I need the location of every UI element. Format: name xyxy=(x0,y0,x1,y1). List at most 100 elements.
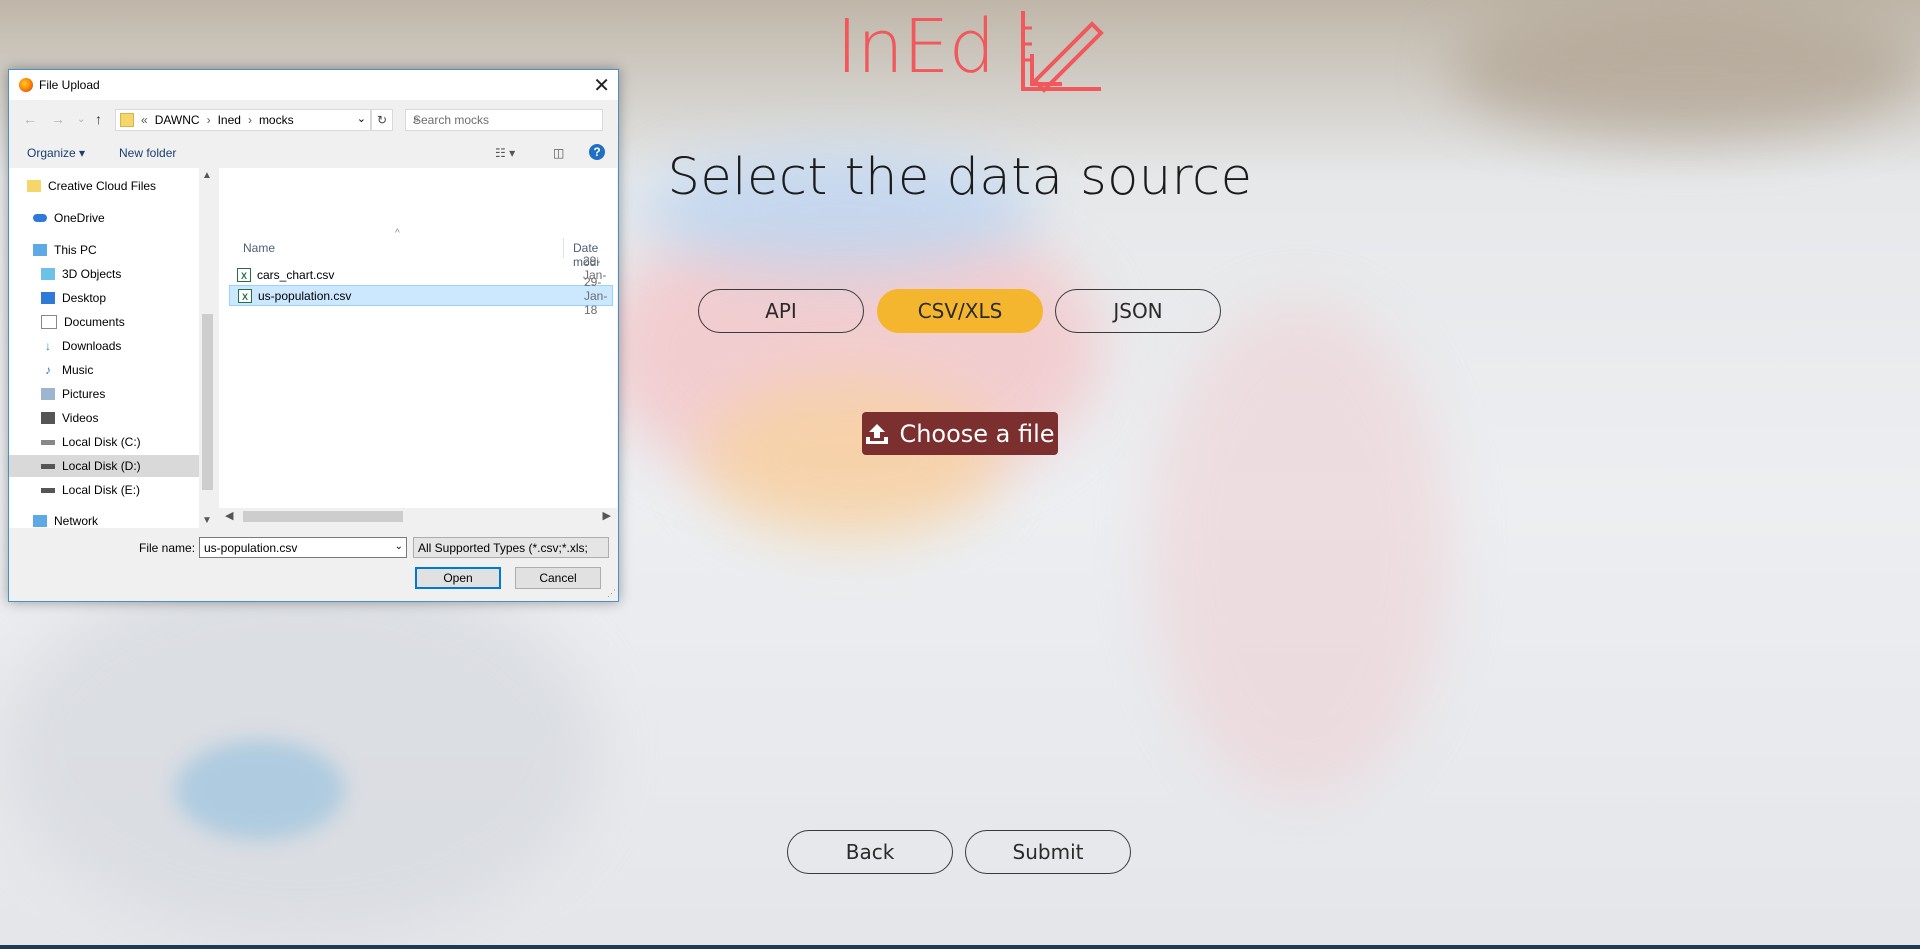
resize-grip-icon[interactable]: ⋰ xyxy=(607,588,616,599)
breadcrumb-ined[interactable]: Ined xyxy=(218,113,241,127)
chevron-down-icon[interactable]: ⌄ xyxy=(395,541,403,552)
videos-icon xyxy=(41,412,55,424)
desktop-icon xyxy=(41,292,55,304)
address-row: ← → ⌄ ↑ « DAWNC › Ined › mocks ⌄ ↻ Searc… xyxy=(9,106,618,132)
excel-csv-icon: X xyxy=(238,288,252,303)
search-icon: ⌕ xyxy=(413,112,420,126)
address-bar[interactable]: « DAWNC › Ined › mocks ⌄ xyxy=(115,109,371,131)
creative-cloud-icon xyxy=(27,180,41,192)
sidebar-item-local-disk-e[interactable]: Local Disk (E:) xyxy=(41,479,140,501)
upload-icon xyxy=(866,423,889,444)
view-options-icon[interactable]: ☷ ▾ xyxy=(495,146,515,160)
sidebar-item-pictures[interactable]: Pictures xyxy=(41,383,105,405)
up-arrow-icon[interactable]: ↑ xyxy=(95,111,102,127)
recent-dropdown-icon[interactable]: ⌄ xyxy=(77,114,85,125)
computer-icon xyxy=(33,244,47,256)
navigation-pane: Creative Cloud Files OneDrive This PC 3D… xyxy=(9,168,215,528)
documents-icon xyxy=(41,315,57,329)
breadcrumb-mocks[interactable]: mocks xyxy=(259,113,294,127)
sidebar-item-label: Creative Cloud Files xyxy=(48,179,157,193)
file-name-label: File name: xyxy=(139,541,196,555)
column-divider[interactable] xyxy=(563,238,564,258)
cancel-button[interactable]: Cancel xyxy=(515,567,601,589)
sidebar-item-this-pc[interactable]: This PC xyxy=(33,239,97,261)
chevron-down-icon[interactable]: ⌄ xyxy=(357,112,366,125)
sidebar-item-label: Music xyxy=(62,363,94,377)
sidebar-item-label: 3D Objects xyxy=(62,267,122,281)
chevron-right-icon: › xyxy=(206,113,211,127)
sidebar-item-local-disk-c[interactable]: Local Disk (C:) xyxy=(41,431,141,453)
file-name-value: us-population.csv xyxy=(204,541,298,555)
file-type-select[interactable]: All Supported Types (*.csv;*.xls; xyxy=(413,537,609,558)
drive-icon xyxy=(41,439,55,445)
open-button[interactable]: Open xyxy=(415,567,501,589)
scrollbar-thumb[interactable] xyxy=(202,314,213,490)
sidebar-item-desktop[interactable]: Desktop xyxy=(41,287,106,309)
sidebar-item-label: Network xyxy=(54,514,99,528)
scroll-right-icon[interactable]: ▶ xyxy=(603,509,611,522)
sidebar-item-creative-cloud[interactable]: Creative Cloud Files xyxy=(27,175,156,197)
sidebar-item-label: Videos xyxy=(62,411,99,425)
sidebar-item-network[interactable]: Network xyxy=(33,510,98,528)
tab-csv-xls[interactable]: CSV/XLS xyxy=(877,289,1043,333)
file-date: 29-Jan-18 xyxy=(584,274,608,317)
file-name-input[interactable]: us-population.csv ⌄ xyxy=(199,537,407,558)
downloads-icon: ↓ xyxy=(45,339,51,353)
excel-csv-icon: X xyxy=(237,267,251,282)
folder-icon xyxy=(120,113,134,127)
logo-text: InEd xyxy=(836,4,995,90)
new-folder-button[interactable]: New folder xyxy=(119,146,176,160)
sidebar-item-3d-objects[interactable]: 3D Objects xyxy=(41,263,121,285)
sidebar-item-onedrive[interactable]: OneDrive xyxy=(33,207,105,229)
sidebar-item-label: Downloads xyxy=(62,339,122,353)
sort-arrow-icon: ^ xyxy=(395,228,400,239)
organize-button[interactable]: Organize ▾ xyxy=(27,146,85,160)
column-header-name[interactable]: Name xyxy=(243,241,275,255)
file-list: Name ^ Date modi X cars_chart.csv 29-Jan… xyxy=(219,168,617,508)
sidebar-item-music[interactable]: ♪ Music xyxy=(41,359,93,381)
sidebar-item-videos[interactable]: Videos xyxy=(41,407,98,429)
file-row-selected[interactable]: X us-population.csv 29-Jan-18 xyxy=(229,275,613,317)
tab-json[interactable]: JSON xyxy=(1055,289,1221,333)
hscroll-thumb[interactable] xyxy=(243,511,403,522)
onedrive-icon xyxy=(33,214,47,222)
file-type-value: All Supported Types (*.csv;*.xls; xyxy=(418,541,588,555)
sidebar-item-label: This PC xyxy=(54,243,97,257)
sidebar-item-documents[interactable]: Documents xyxy=(41,311,125,333)
search-input[interactable]: Search mocks ⌕ xyxy=(405,109,603,131)
sidebar-item-downloads[interactable]: ↓ Downloads xyxy=(41,335,121,357)
preview-pane-icon[interactable]: ◫ xyxy=(553,146,564,160)
file-name: cars_chart.csv xyxy=(257,267,335,282)
chevron-right-icon: › xyxy=(247,113,252,127)
breadcrumb-overflow[interactable]: « xyxy=(141,113,148,127)
submit-button[interactable]: Submit xyxy=(965,830,1131,874)
help-icon[interactable]: ? xyxy=(589,144,605,160)
scroll-down-icon[interactable]: ▼ xyxy=(202,515,212,526)
refresh-icon[interactable]: ↻ xyxy=(371,109,393,131)
breadcrumb-dawnc[interactable]: DAWNC xyxy=(155,113,200,127)
music-icon: ♪ xyxy=(45,363,51,377)
forward-arrow-icon[interactable]: → xyxy=(51,111,65,127)
sidebar-item-label: Desktop xyxy=(62,291,107,305)
organize-label: Organize xyxy=(27,146,76,160)
back-button[interactable]: Back xyxy=(787,830,953,874)
file-row[interactable]: X cars_chart.csv 29-Jan-18 xyxy=(233,254,617,296)
sidebar-item-label: OneDrive xyxy=(54,211,105,225)
drive-icon xyxy=(41,487,55,493)
back-arrow-icon[interactable]: ← xyxy=(23,111,37,127)
bottom-bar xyxy=(0,945,1920,949)
firefox-icon xyxy=(19,78,33,92)
sidebar-item-local-disk-d[interactable]: Local Disk (D:) xyxy=(9,455,199,477)
scroll-up-icon[interactable]: ▲ xyxy=(202,170,212,181)
file-name: us-population.csv xyxy=(258,288,352,303)
choose-file-button[interactable]: Choose a file xyxy=(862,412,1058,455)
dialog-titlebar: File Upload ✕ xyxy=(9,70,618,100)
tab-api[interactable]: API xyxy=(698,289,864,333)
close-icon[interactable]: ✕ xyxy=(593,73,610,98)
logo: InEd xyxy=(836,4,1106,94)
sidebar-item-label: Local Disk (C:) xyxy=(62,435,141,449)
dialog-toolbar: Organize ▾ New folder ☷ ▾ ◫ ? xyxy=(9,138,618,168)
scroll-left-icon[interactable]: ◀ xyxy=(225,509,233,522)
file-list-hscrollbar[interactable]: ◀ ▶ xyxy=(219,508,617,525)
sidebar-item-label: Local Disk (E:) xyxy=(62,483,141,497)
